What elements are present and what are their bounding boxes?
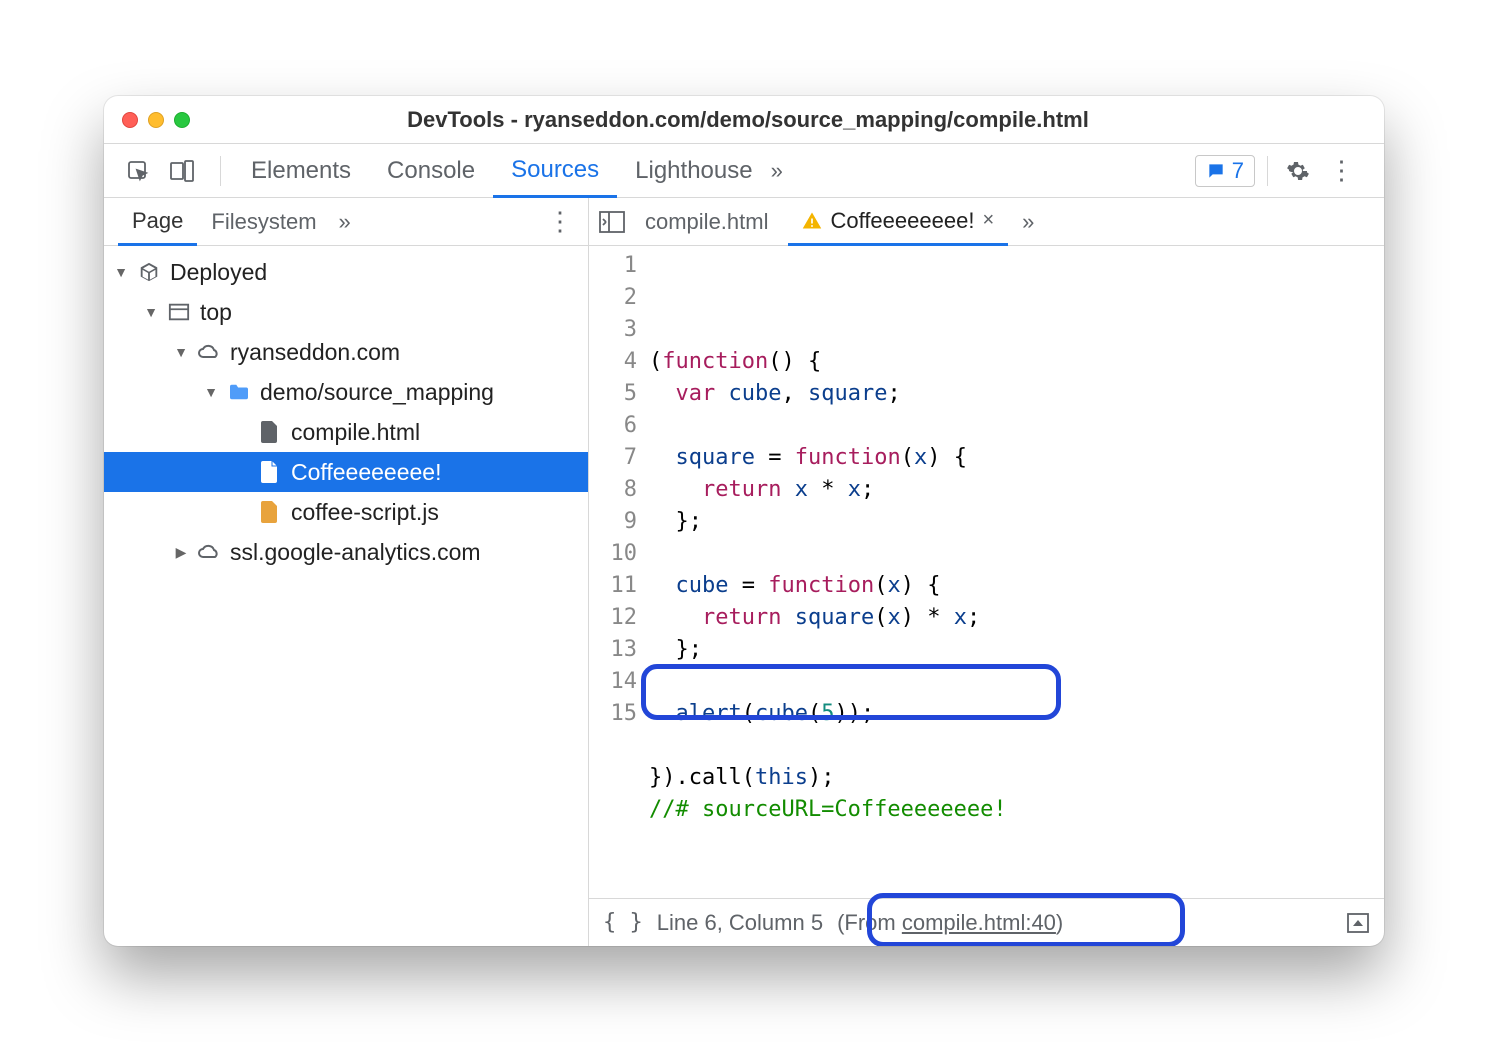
window-title: DevTools - ryanseddon.com/demo/source_ma… [190,107,1306,133]
tree-label: Coffeeeeeeee! [291,459,442,486]
editor-more-tabs-icon[interactable]: » [1022,209,1034,235]
issues-count: 7 [1232,158,1244,184]
tree-label: ryanseddon.com [230,339,400,366]
navigator-panel: Page Filesystem » ⋮ ▼ Deployed ▼ top [104,198,589,946]
tree-label: top [200,299,232,326]
editor-tab-coffee[interactable]: Coffeeeeeeee! × [788,198,1008,246]
tree-file-compile[interactable]: compile.html [104,412,588,452]
minimize-window-button[interactable] [148,112,164,128]
cube-icon [136,259,162,285]
tab-sources[interactable]: Sources [493,144,617,198]
tree-top[interactable]: ▼ top [104,292,588,332]
file-tree: ▼ Deployed ▼ top ▼ ryanseddon.com ▼ [104,246,588,946]
file-icon [257,459,283,485]
tree-label: ssl.google-analytics.com [230,539,481,566]
code-content[interactable]: (function() { var cube, square; square =… [649,250,1384,898]
cloud-icon [196,339,222,365]
frame-icon [166,299,192,325]
tree-file-coffeescript[interactable]: coffee-script.js [104,492,588,532]
close-tab-icon[interactable]: × [982,209,994,232]
editor-tabs: compile.html Coffeeeeeeee! × » [589,198,1384,246]
close-window-button[interactable] [122,112,138,128]
traffic-lights [122,112,190,128]
cursor-position: Line 6, Column 5 [657,910,823,936]
from-link[interactable]: compile.html:40 [902,910,1056,935]
file-icon [257,419,283,445]
tree-folder[interactable]: ▼ demo/source_mapping [104,372,588,412]
inspect-element-icon[interactable] [120,153,156,189]
tree-label: compile.html [291,419,420,446]
more-tabs-icon[interactable]: » [771,158,783,184]
tree-deployed[interactable]: ▼ Deployed [104,252,588,292]
navigator-tabs: Page Filesystem » ⋮ [104,198,588,246]
pretty-print-icon[interactable]: { } [603,910,643,935]
settings-icon[interactable] [1280,153,1316,189]
tree-file-coffee[interactable]: Coffeeeeeeee! [104,452,588,492]
editor-panel: compile.html Coffeeeeeeee! × » 123456789… [589,198,1384,946]
editor-statusbar: { } Line 6, Column 5 (From compile.html:… [589,898,1384,946]
editor-tab-compile[interactable]: compile.html [631,198,782,246]
code-editor[interactable]: 123456789101112131415 (function() { var … [589,246,1384,898]
issues-badge[interactable]: 7 [1195,155,1255,187]
navigator-more-tabs-icon[interactable]: » [339,209,351,235]
navigator-tab-filesystem[interactable]: Filesystem [197,198,330,246]
devtools-window: DevTools - ryanseddon.com/demo/source_ma… [104,96,1384,946]
navigator-tab-page[interactable]: Page [118,198,197,246]
navigator-menu-icon[interactable]: ⋮ [547,206,574,237]
issues-icon [1206,161,1226,181]
zoom-window-button[interactable] [174,112,190,128]
titlebar: DevTools - ryanseddon.com/demo/source_ma… [104,96,1384,144]
show-coverage-icon[interactable] [1346,912,1370,934]
line-gutter: 123456789101112131415 [589,250,649,898]
tab-lighthouse[interactable]: Lighthouse [617,144,770,198]
tree-label: coffee-script.js [291,499,439,526]
kebab-menu-icon[interactable]: ⋮ [1324,153,1360,189]
folder-icon [226,379,252,405]
tab-elements[interactable]: Elements [233,144,369,198]
tree-analytics[interactable]: ▶ ssl.google-analytics.com [104,532,588,572]
tab-label: compile.html [645,209,768,235]
cloud-icon [196,539,222,565]
toggle-navigator-icon[interactable] [599,211,625,233]
tree-label: demo/source_mapping [260,379,494,406]
tab-console[interactable]: Console [369,144,493,198]
tree-domain[interactable]: ▼ ryanseddon.com [104,332,588,372]
tab-label: Coffeeeeeeee! [830,208,974,234]
tree-label: Deployed [170,259,267,286]
from-source[interactable]: (From compile.html:40) [837,910,1063,936]
main-toolbar: Elements Console Sources Lighthouse » 7 … [104,144,1384,198]
js-file-icon [257,499,283,525]
device-mode-icon[interactable] [164,153,200,189]
warning-icon [802,211,822,231]
